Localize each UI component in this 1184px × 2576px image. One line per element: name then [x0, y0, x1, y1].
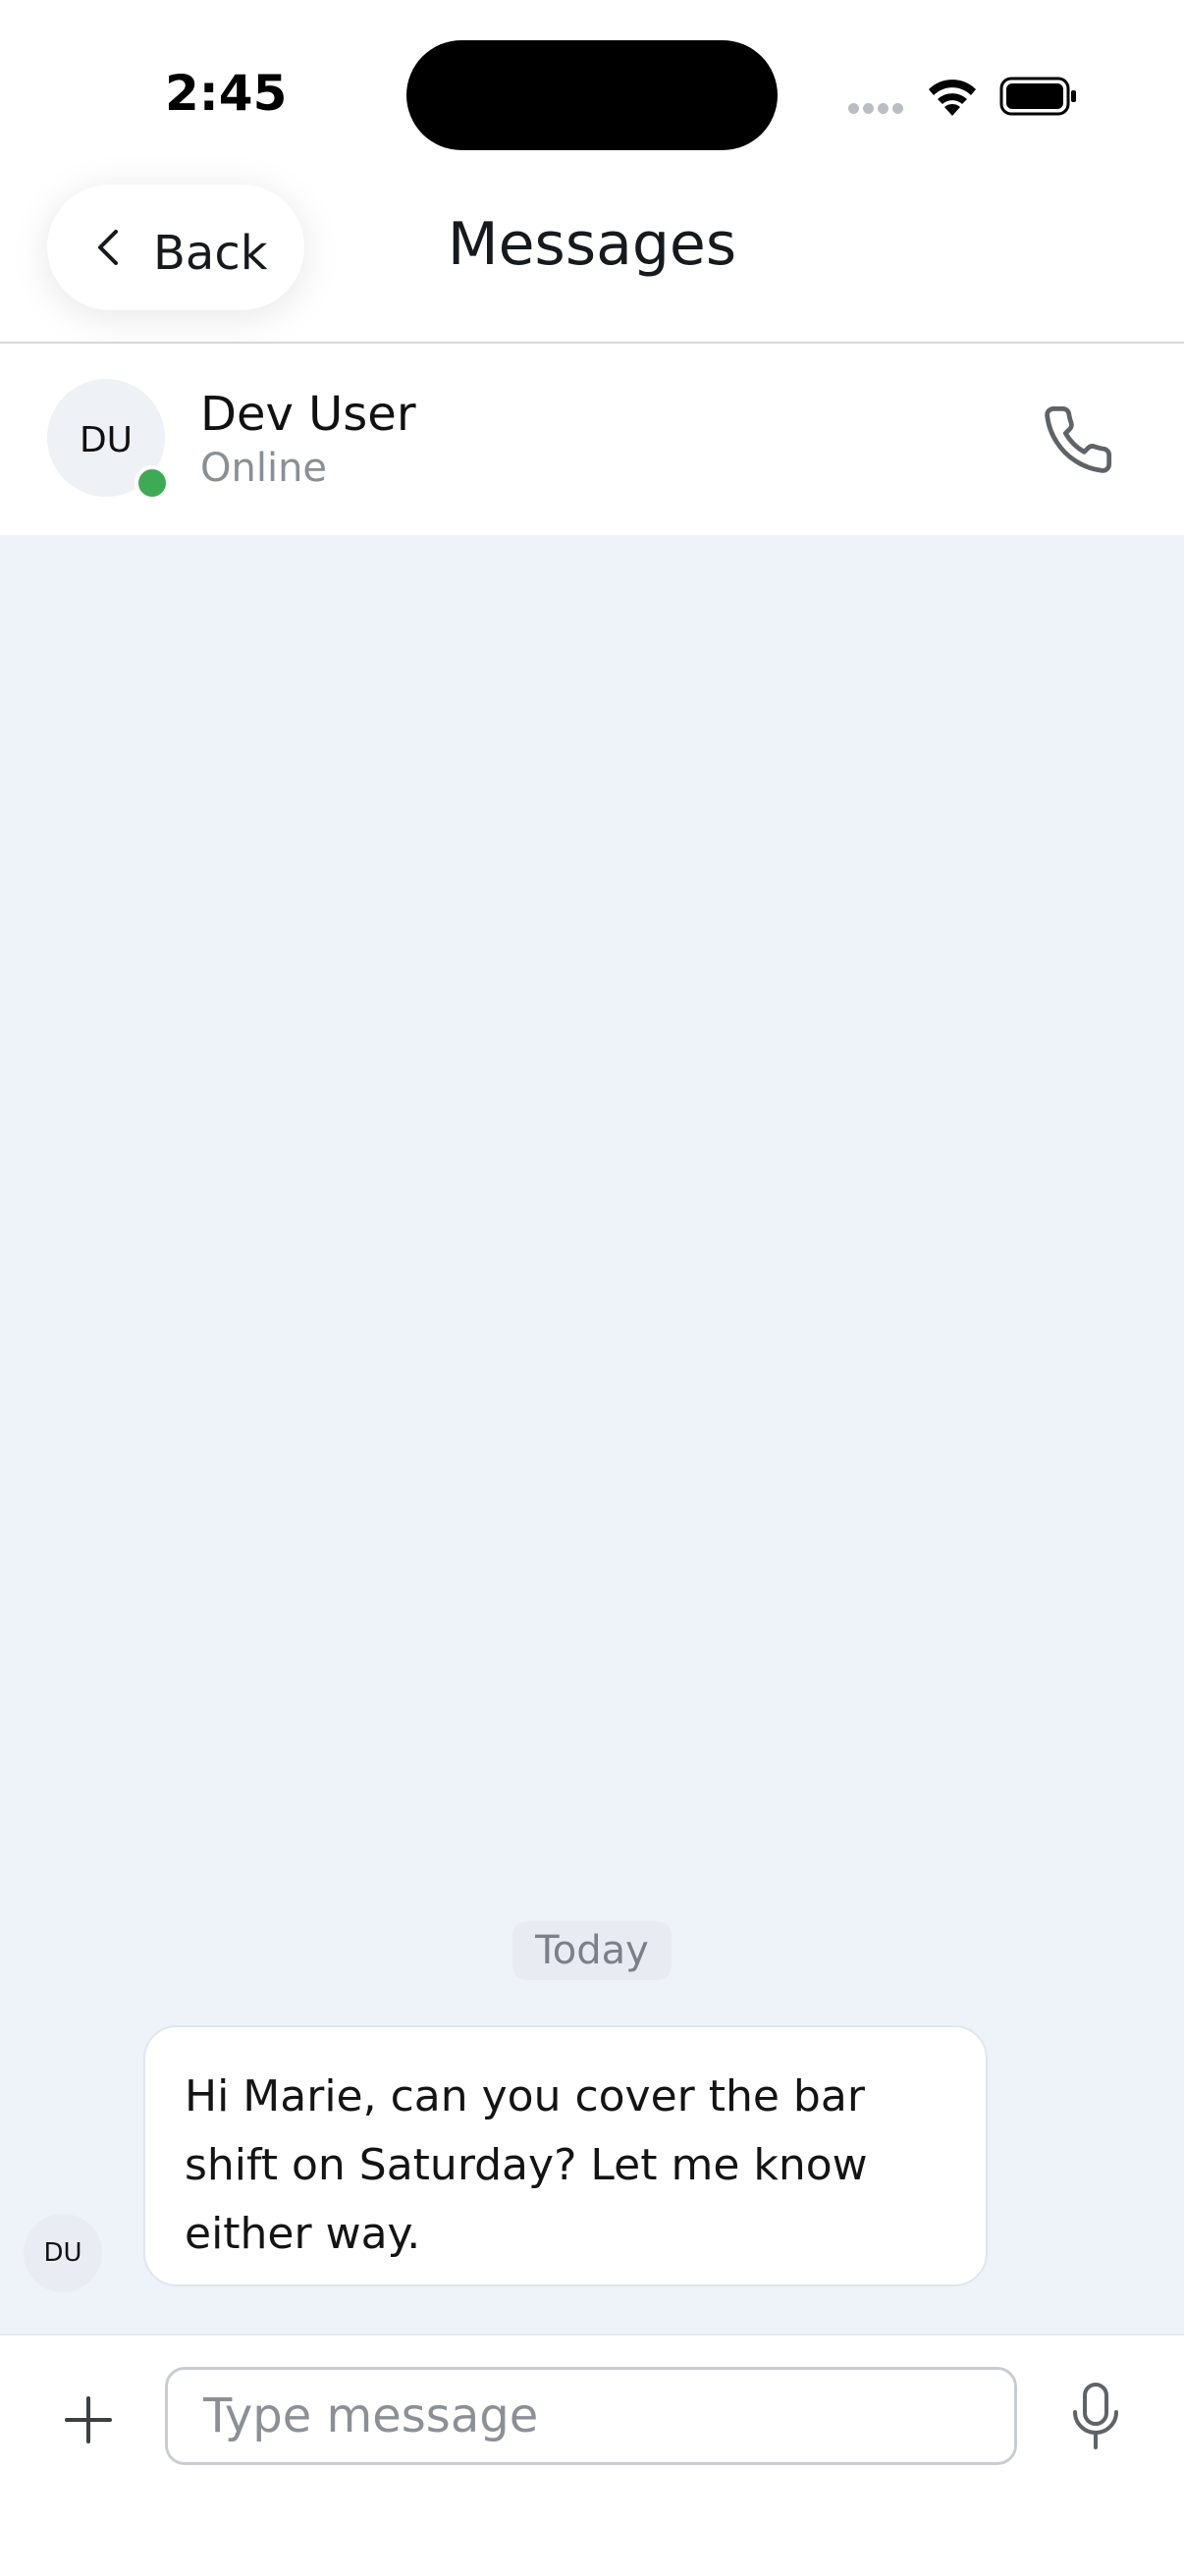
message-bubble[interactable]: Hi Marie, can you cover the bar shift on…: [143, 2025, 988, 2286]
contact-header[interactable]: DU Dev User Online: [0, 344, 1184, 535]
dynamic-island: [406, 40, 778, 150]
nav-bar: Back Messages: [0, 177, 1184, 344]
message-avatar[interactable]: DU: [24, 2214, 102, 2292]
contact-status: Online: [200, 446, 328, 491]
page-title: Messages: [447, 210, 737, 279]
date-separator: Today: [512, 1921, 672, 1980]
message-composer: [0, 2334, 1184, 2576]
plus-icon[interactable]: [61, 2392, 116, 2447]
message-input[interactable]: [165, 2367, 1017, 2465]
phone-icon[interactable]: [1041, 402, 1115, 477]
avatar-initials: DU: [79, 420, 134, 460]
status-bar: 2:45: [0, 0, 1184, 177]
status-time: 2:45: [165, 65, 288, 122]
signal-icon: [848, 103, 905, 115]
contact-name: Dev User: [200, 387, 416, 442]
microphone-icon[interactable]: [1066, 2381, 1125, 2453]
online-indicator: [135, 465, 170, 501]
battery-icon: [999, 77, 1076, 116]
chat-area[interactable]: Today Hi Marie, can you cover the bar sh…: [0, 535, 1184, 2334]
wifi-icon: [929, 80, 976, 116]
